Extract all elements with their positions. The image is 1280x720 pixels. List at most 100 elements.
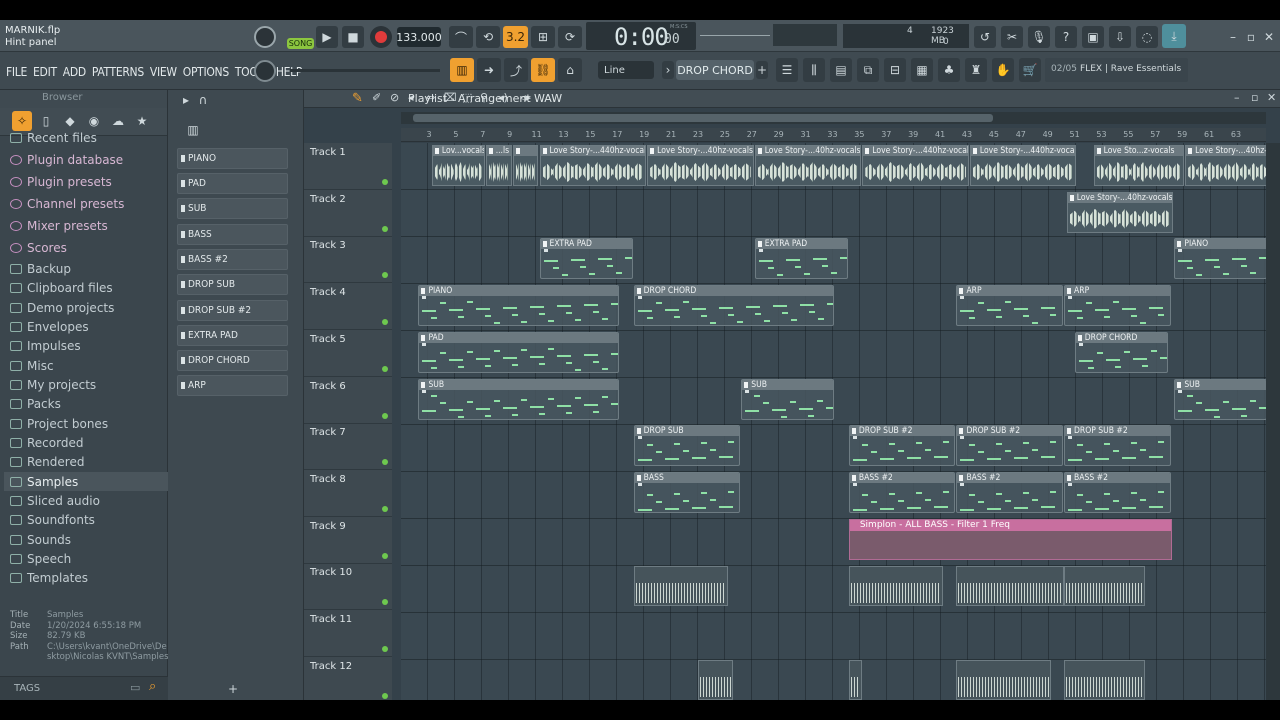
pattern-clip[interactable]: ARP [956,285,1064,327]
pattern-sub[interactable]: SUB [177,198,288,219]
render-icon[interactable]: ⇩ [1109,26,1131,48]
mic-icon[interactable]: 🎙 [1028,26,1050,48]
track-header[interactable]: Track 10 [304,563,392,611]
track-mute-led[interactable] [382,319,388,326]
record-button[interactable] [370,26,392,48]
metronome-icon[interactable]: ⌒ [449,26,473,48]
menu-view[interactable]: VIEW [150,65,177,79]
audio-clip[interactable]: Love Story-...40hz-vocals [754,145,862,186]
pattern-clip[interactable]: SUB [741,378,835,420]
news-panel[interactable]: 02/05 FLEX | Rave Essentials [1045,58,1188,82]
browser-item-project-bones[interactable]: Project bones [10,414,168,433]
track-mute-led[interactable] [382,552,388,559]
browser-item-channel-presets[interactable]: Channel presets [10,194,168,213]
link-icon[interactable]: ⛓ [531,58,555,82]
playlist-maximize-icon[interactable]: ▫ [1251,91,1258,104]
pattern-selector[interactable]: DROP CHORD [676,60,754,80]
time-panel[interactable]: 0:00 00 M:S:CS [586,22,696,51]
tempo-display[interactable]: 133.000 [396,27,442,47]
vertical-scrollbar[interactable] [1266,143,1280,700]
browser-item-backup[interactable]: Backup [10,259,168,278]
maximize-icon[interactable]: ▫ [1244,30,1258,44]
horizontal-scrollbar[interactable] [401,112,1266,124]
help-icon[interactable]: ? [1055,26,1077,48]
pattern-arp[interactable]: ARP [177,375,288,396]
channel-rack-icon[interactable]: ☰ [776,58,798,82]
snap-select[interactable]: Line [598,61,654,79]
playlist-close-icon[interactable]: ✕ [1267,91,1276,104]
track-mute-led[interactable] [382,365,388,372]
browser-item-clipboard-files[interactable]: Clipboard files [10,278,168,297]
delete-icon[interactable]: ⊘ [390,91,399,104]
pattern-prev-icon[interactable]: › [662,61,674,79]
browser-item-sliced-audio[interactable]: Sliced audio [10,491,168,510]
loop-record-icon[interactable]: ⟳ [558,26,582,48]
browser-item-recent-files[interactable]: Recent files [10,132,168,144]
browser-item-my-projects[interactable]: My projects [10,375,168,394]
automation-clip[interactable]: Simplon - ALL BASS - Filter 1 Freq [848,518,1172,560]
slide-icon[interactable]: ⤴ [504,58,528,82]
pattern-bass[interactable]: BASS [177,224,288,245]
pattern-clip[interactable]: BASS #2 [848,471,956,513]
pattern-clip[interactable]: ARP [1064,285,1171,327]
shop-icon[interactable]: 🛒 [1019,58,1041,82]
touch-icon[interactable]: ✋ [992,58,1014,82]
track-header[interactable]: Track 5 [304,330,392,377]
track-header[interactable]: Track 9 [304,517,392,564]
pattern-drop-chord[interactable]: DROP CHORD [177,350,288,371]
pattern-clip[interactable]: DROP SUB [633,425,741,467]
stop-button[interactable]: ■ [342,26,364,48]
browser-item-mixer-presets[interactable]: Mixer presets [10,216,168,235]
pattern-clip[interactable]: EXTRA PAD [754,238,848,280]
browser-item-demo-projects[interactable]: Demo projects [10,298,168,317]
track-header[interactable]: Track 8 [304,470,392,517]
audio-clip[interactable]: Lov...vocals [431,145,485,186]
track-mute-led[interactable] [382,412,388,419]
track-mute-led[interactable] [382,179,388,185]
pattern-clip[interactable]: DROP SUB #2 [848,425,956,467]
pattern-clip[interactable]: PIANO [418,285,620,327]
audio-clip[interactable]: Love Sto...z-vocals [1093,145,1185,186]
pitch-slider[interactable] [700,24,770,36]
drum-clip[interactable] [848,566,943,607]
track-header[interactable]: Track 6 [304,377,392,424]
browser-item-scores[interactable]: Scores [10,238,168,257]
track-header[interactable]: Track 2 [304,190,392,237]
track-header[interactable]: Track 7 [304,423,392,471]
pattern-extra-pad[interactable]: EXTRA PAD [177,325,288,346]
audio-clip[interactable] [512,145,539,186]
pattern-bass-2[interactable]: BASS #2 [177,249,288,270]
browser-files-icon[interactable]: ▯ [38,111,54,131]
arrow-right-icon[interactable]: ▸ [180,92,192,108]
menu-edit[interactable]: EDIT [33,65,57,79]
undo-icon[interactable]: ↺ [974,26,996,48]
browser-cloud-icon[interactable]: ☁ [110,111,126,131]
browser-item-plugin-presets[interactable]: Plugin presets [10,172,168,191]
pattern-drop-sub[interactable]: DROP SUB [177,274,288,295]
menu-file[interactable]: FILE [6,65,27,79]
pattern-clip[interactable]: DROP SUB #2 [956,425,1064,467]
track-mute-led[interactable] [382,599,388,606]
audio-clip[interactable]: Love Story-...40hz-vocals [1066,191,1174,233]
playlist-icon[interactable]: ▥ [450,58,474,82]
menu-options[interactable]: OPTIONS [183,65,229,79]
pattern-clip[interactable]: SUB [1174,378,1266,420]
browser-item-plugin-database[interactable]: Plugin database [10,150,168,169]
drum-clip[interactable] [956,659,1051,700]
track-mute-led[interactable] [382,646,388,652]
piano-icon[interactable]: ▥ [184,122,202,138]
browser-all-icon[interactable]: ✧ [12,111,32,131]
scrollbar-thumb[interactable] [413,114,993,122]
track-mute-led[interactable] [382,459,388,466]
audio-clip[interactable]: Love Story-...440hz-vocals [862,145,969,186]
browser-item-recorded[interactable]: Recorded [10,433,168,452]
browser-item-misc[interactable]: Misc [10,356,168,375]
audio-clip[interactable]: Love Story-...440hz-vocals [539,145,647,186]
pattern-clip[interactable]: EXTRA PAD [539,238,633,280]
track-header[interactable]: Track 3 [304,236,392,284]
wait-input-icon[interactable]: ⟲ [476,26,500,48]
menu-patterns[interactable]: PATTERNS [92,65,144,79]
chat-icon[interactable]: ◌ [1136,26,1158,48]
drum-clip[interactable] [848,659,863,700]
pattern-pad[interactable]: PAD [177,173,288,194]
